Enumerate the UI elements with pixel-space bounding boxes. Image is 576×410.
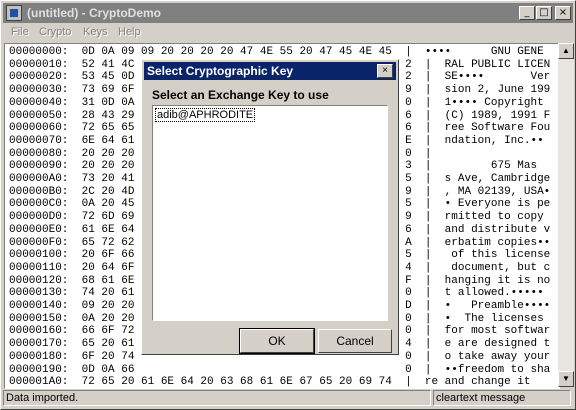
dialog-title: Select Cryptographic Key <box>147 64 294 78</box>
select-key-dialog: Select Cryptographic Key × Select an Exc… <box>141 59 399 355</box>
app-icon[interactable] <box>6 5 22 21</box>
title-bar[interactable]: (untitled) - CryptoDemo _ □ × <box>3 3 573 23</box>
menu-file[interactable]: File <box>11 26 29 38</box>
window-title: (untitled) - CryptoDemo <box>27 6 161 20</box>
menu-bar: File Crypto Keys Help <box>3 24 573 42</box>
ok-button[interactable]: OK <box>239 328 315 354</box>
status-message: Data imported. <box>3 390 431 406</box>
hex-row: 00000000: 0D 0A 09 09 20 20 20 20 47 4E … <box>9 46 544 58</box>
maximize-button[interactable]: □ <box>536 6 552 20</box>
menu-crypto[interactable]: Crypto <box>39 26 71 38</box>
key-list[interactable]: adib@APHRODITE <box>152 105 388 321</box>
close-button[interactable]: × <box>555 6 571 20</box>
minimize-button[interactable]: _ <box>519 6 535 20</box>
menu-help[interactable]: Help <box>118 26 141 38</box>
vertical-scrollbar[interactable]: ▲ ▼ <box>558 43 574 387</box>
hex-row: 00000190: 0D 0A 66 0 | ••freedom to sha <box>9 363 551 376</box>
status-bar: Data imported. cleartext message <box>3 389 573 407</box>
dialog-prompt: Select an Exchange Key to use <box>152 88 329 102</box>
dialog-close-icon[interactable]: × <box>377 64 393 78</box>
scroll-down-icon[interactable]: ▼ <box>558 371 574 387</box>
cancel-button[interactable]: Cancel <box>318 329 392 353</box>
scroll-up-icon[interactable]: ▲ <box>558 43 574 59</box>
status-mode: cleartext message <box>433 390 571 406</box>
hex-row: 000001A0: 72 65 20 61 6E 64 20 63 68 61 … <box>9 376 531 389</box>
dialog-title-bar[interactable]: Select Cryptographic Key × <box>144 62 396 80</box>
key-list-item[interactable]: adib@APHRODITE <box>155 108 256 122</box>
menu-keys[interactable]: Keys <box>83 26 107 38</box>
